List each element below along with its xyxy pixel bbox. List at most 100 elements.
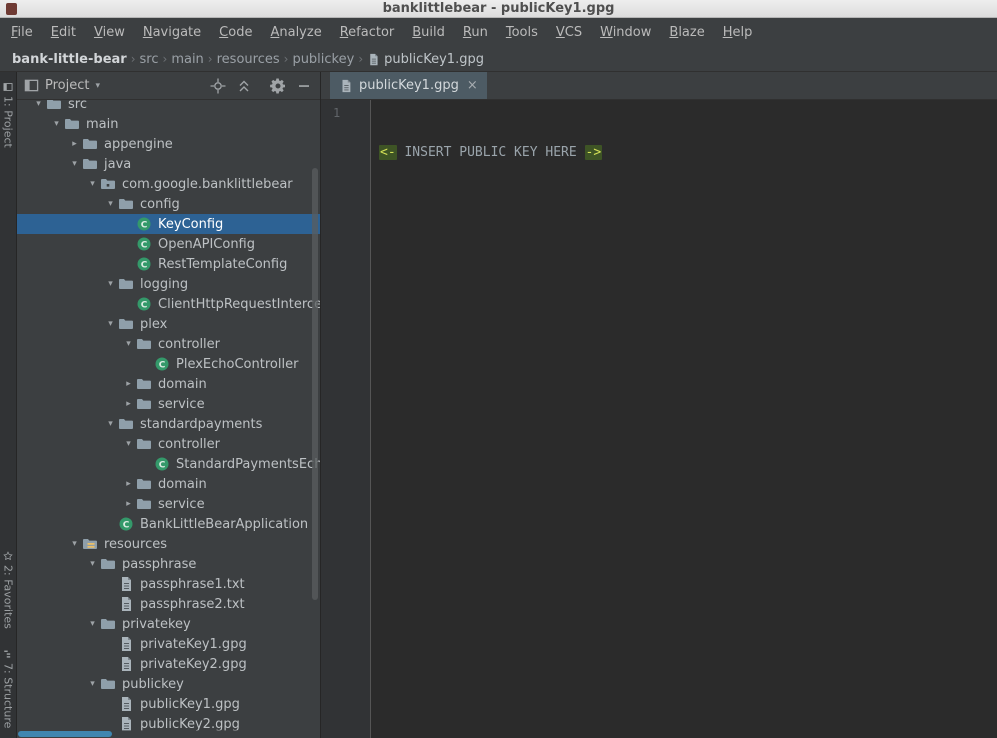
- chevron-down-icon[interactable]: ▾: [85, 679, 100, 689]
- menu-item-code[interactable]: Code: [210, 21, 261, 44]
- menu-item-window[interactable]: Window: [591, 21, 660, 44]
- menu-item-view[interactable]: View: [85, 21, 134, 44]
- tree-vertical-scrollbar[interactable]: [312, 168, 318, 600]
- tree-item-appengine[interactable]: ▸appengine: [17, 134, 320, 154]
- tree-item-domain[interactable]: ▸domain: [17, 374, 320, 394]
- tree-item-com.google.banklittlebear[interactable]: ▾com.google.banklittlebear: [17, 174, 320, 194]
- breadcrumb-item-bank-little-bear[interactable]: bank-little-bear: [8, 50, 131, 69]
- tree-item-label: OpenAPIConfig: [158, 237, 255, 252]
- locate-icon[interactable]: [210, 78, 226, 94]
- class-icon: C: [136, 216, 152, 232]
- tree-item-label: privatekey: [122, 617, 191, 632]
- svg-text:C: C: [141, 260, 148, 270]
- chevron-down-icon[interactable]: ▾: [103, 279, 118, 289]
- breadcrumb-item-resources[interactable]: resources: [213, 50, 284, 69]
- tree-item-standardpaymentsech[interactable]: CStandardPaymentsEch: [17, 454, 320, 474]
- code-editor[interactable]: <- INSERT PUBLIC KEY HERE ->: [371, 100, 997, 738]
- settings-icon[interactable]: [270, 78, 286, 94]
- tool-window-button-project[interactable]: 1: Project: [2, 82, 15, 148]
- tree-item-privatekey[interactable]: ▾ privatekey: [17, 614, 320, 634]
- tree-item-logging[interactable]: ▾logging: [17, 274, 320, 294]
- tree-item-publickey[interactable]: ▾publickey: [17, 674, 320, 694]
- chevron-down-icon[interactable]: ▾: [103, 319, 118, 329]
- tree-item-banklittlebearapplication[interactable]: CBankLittleBearApplication: [17, 514, 320, 534]
- menu-item-navigate[interactable]: Navigate: [134, 21, 210, 44]
- menu-item-tools[interactable]: Tools: [497, 21, 547, 44]
- chevron-down-icon[interactable]: ▾: [103, 419, 118, 429]
- tree-item-controller[interactable]: ▾controller: [17, 434, 320, 454]
- menu-item-refactor[interactable]: Refactor: [331, 21, 404, 44]
- close-icon[interactable]: ×: [465, 79, 478, 92]
- tree-item-resources[interactable]: ▾resources: [17, 534, 320, 554]
- menu-item-blaze[interactable]: Blaze: [660, 21, 713, 44]
- chevron-down-icon[interactable]: ▾: [85, 179, 100, 189]
- folder-icon: [100, 676, 116, 692]
- chevron-down-icon[interactable]: ▾: [31, 100, 46, 109]
- tree-item-service[interactable]: ▸ service: [17, 394, 320, 414]
- menu-item-build[interactable]: Build: [403, 21, 454, 44]
- code-line-content: <- INSERT PUBLIC KEY HERE ->: [379, 143, 997, 162]
- tree-item-clienthttprequestintercep[interactable]: CClientHttpRequestIntercep: [17, 294, 320, 314]
- project-panel-header: Project ▾: [17, 72, 320, 100]
- tree-item-privatekey2.gpg[interactable]: privateKey2.gpg: [17, 654, 320, 674]
- chevron-right-icon[interactable]: ▸: [121, 379, 136, 389]
- tree-item-plexechocontroller[interactable]: CPlexEchoController: [17, 354, 320, 374]
- chevron-down-icon[interactable]: ▾: [121, 439, 136, 449]
- svg-text:C: C: [159, 460, 166, 470]
- tree-item-label: BankLittleBearApplication: [140, 517, 308, 532]
- tree-item-publickey1.gpg[interactable]: publicKey1.gpg: [17, 694, 320, 714]
- menu-item-analyze[interactable]: Analyze: [261, 21, 330, 44]
- tree-item-standardpayments[interactable]: ▾standardpayments: [17, 414, 320, 434]
- tab-label: publicKey1.gpg: [359, 78, 459, 93]
- chevron-down-icon[interactable]: ▾: [85, 559, 100, 569]
- tree-item-passphrase[interactable]: ▾passphrase: [17, 554, 320, 574]
- chevron-right-icon[interactable]: ▸: [121, 479, 136, 489]
- chevron-right-icon[interactable]: ▸: [121, 399, 136, 409]
- tree-item-keyconfig[interactable]: CKeyConfig: [17, 214, 320, 234]
- tree-item-plex[interactable]: ▾plex: [17, 314, 320, 334]
- chevron-right-icon[interactable]: ▸: [67, 139, 82, 149]
- menu-item-vcs[interactable]: VCS: [547, 21, 591, 44]
- chevron-down-icon[interactable]: ▾: [67, 539, 82, 549]
- tree-item-main[interactable]: ▾main: [17, 114, 320, 134]
- menu-item-edit[interactable]: Edit: [42, 21, 85, 44]
- collapse-all-icon[interactable]: [236, 78, 252, 94]
- chevron-right-icon[interactable]: ▸: [121, 499, 136, 509]
- tab-publickey1-gpg[interactable]: publicKey1.gpg ×: [330, 72, 487, 99]
- tree-item-passphrase2.txt[interactable]: passphrase2.txt: [17, 594, 320, 614]
- chevron-down-icon[interactable]: ▾: [103, 199, 118, 209]
- chevron-down-icon[interactable]: ▾: [121, 339, 136, 349]
- tree-item-label: privateKey1.gpg: [140, 637, 247, 652]
- project-tree-inner: ▾src▾main▸appengine▾java▾com.google.bank…: [17, 100, 320, 734]
- tree-item-passphrase1.txt[interactable]: passphrase1.txt: [17, 574, 320, 594]
- breadcrumb-item-src[interactable]: src: [136, 50, 163, 69]
- tree-item-label: ClientHttpRequestIntercep: [158, 297, 320, 312]
- hide-icon[interactable]: [296, 78, 312, 94]
- breadcrumb-item-main[interactable]: main: [167, 50, 207, 69]
- tree-item-src[interactable]: ▾src: [17, 100, 320, 114]
- class-icon: C: [154, 456, 170, 472]
- tree-item-label: service: [158, 397, 205, 412]
- tree-horizontal-scrollbar[interactable]: [18, 731, 112, 737]
- tree-item-controller[interactable]: ▾controller: [17, 334, 320, 354]
- breadcrumb-item-publickey1.gpg[interactable]: publicKey1.gpg: [363, 50, 488, 69]
- chevron-down-icon[interactable]: ▾: [67, 159, 82, 169]
- window-titlebar: banklittlebear - publicKey1.gpg: [0, 0, 997, 18]
- menu-item-run[interactable]: Run: [454, 21, 497, 44]
- tree-item-openapiconfig[interactable]: COpenAPIConfig: [17, 234, 320, 254]
- project-view-selector[interactable]: Project ▾: [24, 78, 100, 93]
- chevron-down-icon[interactable]: ▾: [49, 119, 64, 129]
- tree-item-config[interactable]: ▾config: [17, 194, 320, 214]
- breadcrumb-item-publickey[interactable]: publickey: [288, 50, 358, 69]
- menu-item-help[interactable]: Help: [714, 21, 762, 44]
- tool-window-button-favorites[interactable]: 2: Favorites: [2, 551, 15, 629]
- editor-tab-bar: publicKey1.gpg ×: [321, 72, 997, 100]
- chevron-down-icon[interactable]: ▾: [85, 619, 100, 629]
- tree-item-domain[interactable]: ▸domain: [17, 474, 320, 494]
- tree-item-service[interactable]: ▸service: [17, 494, 320, 514]
- tree-item-java[interactable]: ▾java: [17, 154, 320, 174]
- tree-item-privatekey1.gpg[interactable]: privateKey1.gpg: [17, 634, 320, 654]
- tree-item-resttemplateconfig[interactable]: CRestTemplateConfig: [17, 254, 320, 274]
- menu-item-file[interactable]: File: [2, 21, 42, 44]
- tool-window-button-structure[interactable]: 7: Structure: [2, 649, 15, 728]
